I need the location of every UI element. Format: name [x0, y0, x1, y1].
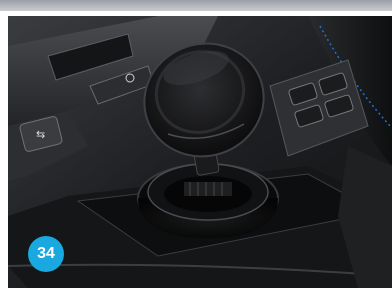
snuffer-grate	[184, 182, 232, 196]
button-symbol-icon: ⇆	[36, 128, 45, 141]
page: ⇆ 34	[0, 0, 392, 288]
step-number: 34	[37, 245, 55, 262]
car-interior-photo: ⇆	[8, 16, 392, 288]
top-image-strip	[0, 0, 392, 11]
step-number-badge: 34	[28, 236, 64, 272]
